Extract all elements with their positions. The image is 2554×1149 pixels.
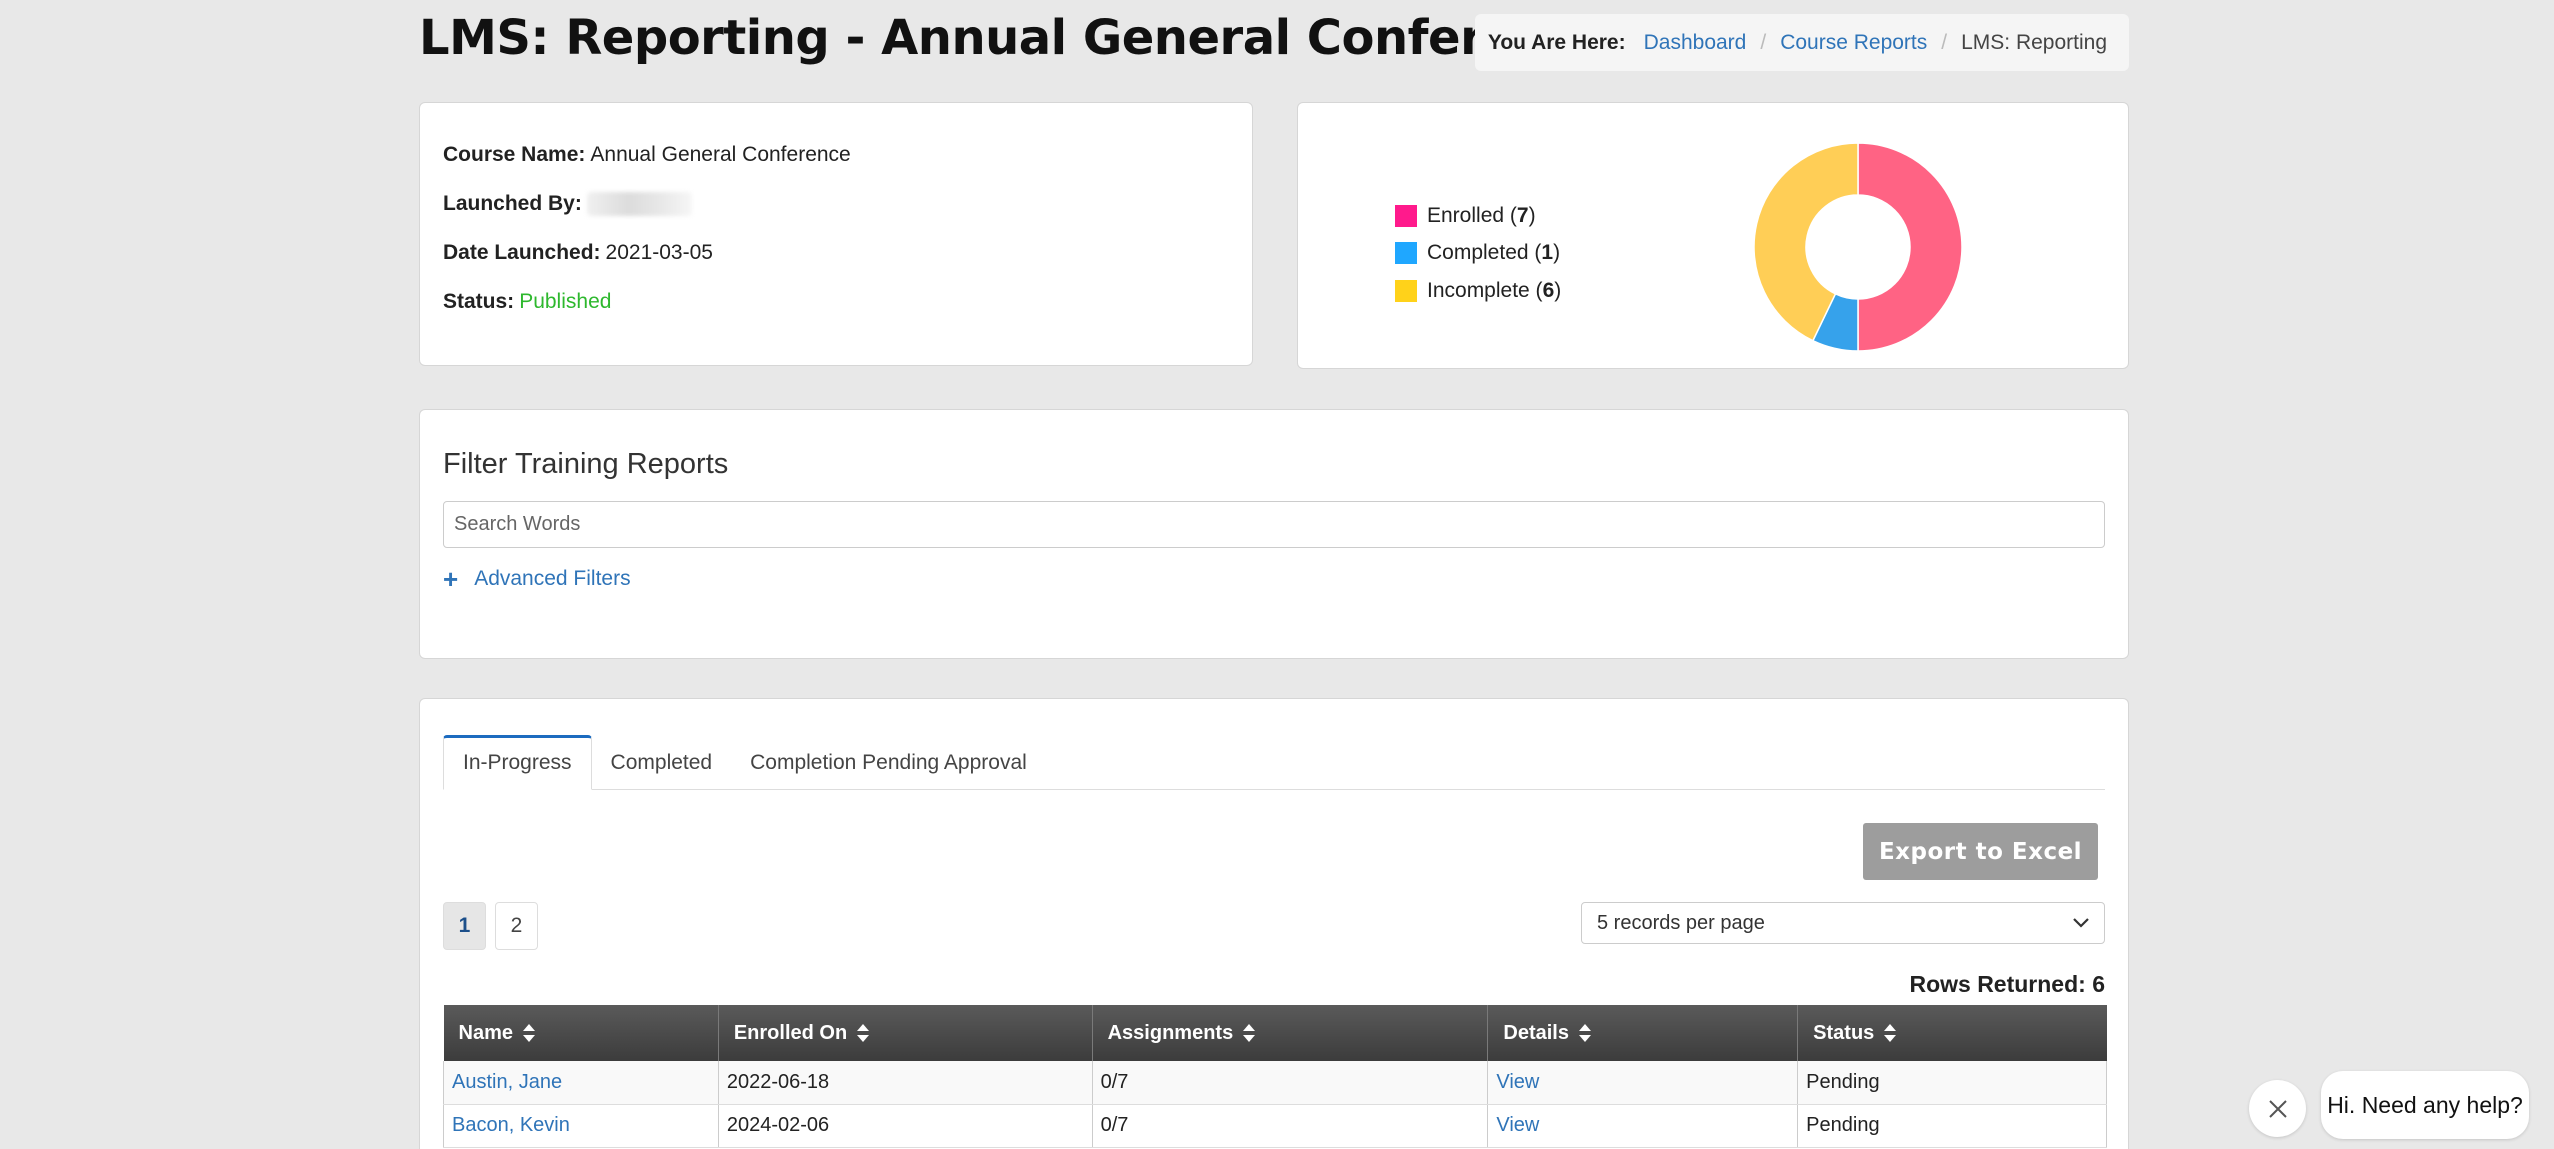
column-header-label: Assignments — [1107, 1021, 1234, 1044]
export-to-excel-button[interactable]: Export to Excel — [1863, 823, 2098, 880]
chevron-down-icon — [2073, 918, 2089, 928]
search-input[interactable] — [443, 501, 2105, 548]
date-launched-value: 2021-03-05 — [605, 241, 713, 265]
sort-icon — [1578, 1024, 1591, 1043]
records-per-page-select[interactable]: 5 records per page — [1581, 902, 2105, 944]
plus-icon: + — [443, 564, 459, 594]
page-button-1[interactable]: 1 — [443, 902, 486, 950]
advanced-filters-label: Advanced Filters — [474, 567, 631, 590]
donut-slice-enrolled[interactable] — [1857, 142, 1963, 352]
cell-assignments: 0/7 — [1092, 1061, 1489, 1105]
launched-by-row: Launched By: — [443, 192, 1229, 217]
legend-item-enrolled: Enrolled (7) — [1395, 197, 1561, 235]
status-row: Status: Published — [443, 290, 1229, 314]
course-name-row: Course Name: Annual General Conference — [443, 143, 1229, 167]
legend-item-completed: Completed (1) — [1395, 235, 1561, 273]
filter-card: Filter Training Reports + Advanced Filte… — [419, 409, 2129, 659]
legend-label: Completed (1) — [1427, 241, 1561, 265]
column-header-label: Status — [1813, 1021, 1875, 1044]
cell-enrolled-on: 2024-02-06 — [718, 1104, 1093, 1148]
cell-status: Pending — [1797, 1104, 2107, 1148]
legend-label: Enrolled (7) — [1427, 203, 1536, 227]
launched-by-label: Launched By: — [443, 192, 582, 215]
chat-close-button[interactable] — [2249, 1080, 2306, 1137]
legend-item-incomplete: Incomplete (6) — [1395, 272, 1561, 310]
breadcrumb-separator: / — [1941, 30, 1948, 54]
page-title: LMS: Reporting - Annual General Conferen… — [419, 10, 1609, 66]
report-table: Name Enrolled On Assignments Details Sta… — [443, 1005, 2107, 1148]
column-header-label: Name — [458, 1021, 513, 1044]
table-row: Austin, Jane 2022-06-18 0/7 View Pending — [443, 1061, 2107, 1105]
breadcrumb-separator: / — [1760, 30, 1767, 54]
course-name-value: Annual General Conference — [590, 143, 851, 166]
view-details-link[interactable]: View — [1496, 1114, 1539, 1136]
tab-completed[interactable]: Completed — [592, 735, 732, 790]
chart-legend: Enrolled (7) Completed (1) Incomplete (6) — [1395, 197, 1561, 310]
cell-name: Bacon, Kevin — [443, 1104, 719, 1148]
date-launched-label: Date Launched: — [443, 241, 601, 265]
tab-in-progress[interactable]: In-Progress — [443, 735, 592, 790]
sort-icon — [522, 1024, 535, 1043]
pagination: 1 2 — [443, 902, 547, 950]
breadcrumb: You Are Here: Dashboard / Course Reports… — [1475, 14, 2129, 71]
column-header-enrolled-on[interactable]: Enrolled On — [718, 1005, 1093, 1061]
launched-by-redacted — [586, 192, 692, 217]
cell-enrolled-on: 2022-06-18 — [718, 1061, 1093, 1105]
date-launched-row: Date Launched: 2021-03-05 — [443, 241, 1229, 265]
breadcrumb-dashboard-link[interactable]: Dashboard — [1644, 31, 1747, 55]
column-header-label: Details — [1503, 1021, 1569, 1044]
learner-name-link[interactable]: Austin, Jane — [452, 1071, 562, 1093]
course-name-label: Course Name: — [443, 143, 586, 166]
cell-assignments: 0/7 — [1092, 1104, 1489, 1148]
cell-name: Austin, Jane — [443, 1061, 719, 1105]
breadcrumb-current: LMS: Reporting — [1961, 30, 2107, 54]
sort-icon — [1884, 1024, 1897, 1043]
report-tabs: In-Progress Completed Completion Pending… — [443, 735, 2105, 790]
legend-swatch — [1395, 204, 1417, 227]
status-label: Status: — [443, 290, 515, 314]
cell-status: Pending — [1797, 1061, 2107, 1105]
report-table-card: In-Progress Completed Completion Pending… — [419, 698, 2129, 1149]
rows-returned: Rows Returned: 6 — [1909, 971, 2105, 997]
filter-title: Filter Training Reports — [443, 448, 729, 480]
enrollment-donut-chart — [1753, 142, 1963, 352]
breadcrumb-course-reports-link[interactable]: Course Reports — [1780, 31, 1927, 55]
breadcrumb-lead: You Are Here: — [1487, 30, 1626, 54]
column-header-label: Enrolled On — [733, 1021, 848, 1044]
tab-completion-pending-approval[interactable]: Completion Pending Approval — [731, 735, 1046, 790]
table-header-row: Name Enrolled On Assignments Details Sta… — [443, 1005, 2107, 1061]
enrollment-chart-card: Enrolled (7) Completed (1) Incomplete (6) — [1297, 102, 2129, 369]
learner-name-link[interactable]: Bacon, Kevin — [452, 1114, 570, 1136]
legend-swatch — [1395, 242, 1417, 265]
close-icon — [2268, 1099, 2287, 1118]
column-header-name[interactable]: Name — [443, 1005, 719, 1061]
column-header-details[interactable]: Details — [1487, 1005, 1799, 1061]
page-button-2[interactable]: 2 — [495, 902, 538, 950]
course-info-card: Course Name: Annual General Conference La… — [419, 102, 1253, 366]
column-header-status[interactable]: Status — [1797, 1005, 2107, 1061]
chat-help-bubble[interactable]: Hi. Need any help? — [2321, 1071, 2529, 1139]
legend-label: Incomplete (6) — [1427, 278, 1562, 302]
advanced-filters-toggle[interactable]: + Advanced Filters — [443, 566, 2105, 592]
table-row: Bacon, Kevin 2024-02-06 0/7 View Pending — [443, 1104, 2107, 1148]
cell-details: View — [1487, 1061, 1799, 1105]
legend-swatch — [1395, 279, 1417, 302]
status-value: Published — [519, 290, 612, 314]
view-details-link[interactable]: View — [1496, 1071, 1539, 1093]
cell-details: View — [1487, 1104, 1799, 1148]
records-per-page-value: 5 records per page — [1597, 911, 1765, 934]
column-header-assignments[interactable]: Assignments — [1092, 1005, 1489, 1061]
page: LMS: Reporting - Annual General Conferen… — [0, 0, 2554, 1149]
sort-icon — [857, 1024, 870, 1043]
sort-icon — [1243, 1024, 1256, 1043]
